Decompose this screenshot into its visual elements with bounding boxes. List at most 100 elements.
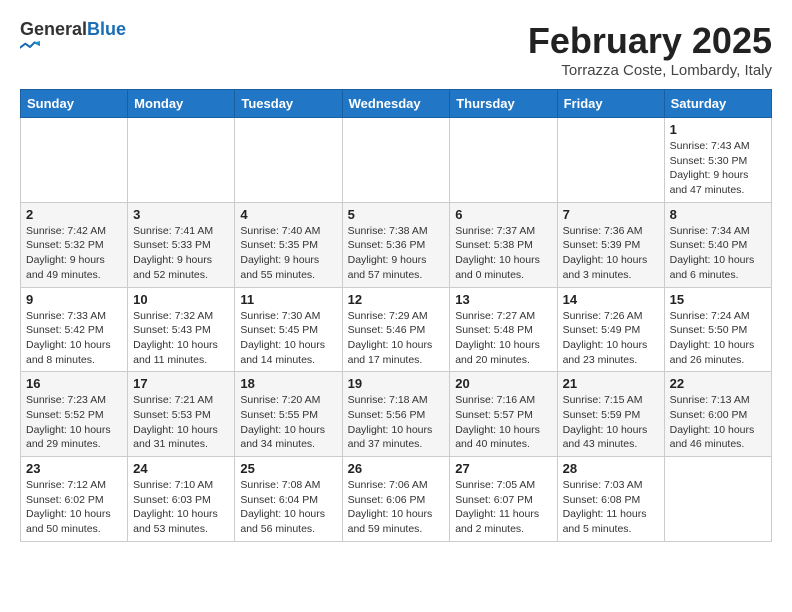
day-number: 15 [670,292,766,307]
day-info: Sunrise: 7:27 AM Sunset: 5:48 PM Dayligh… [455,309,551,368]
calendar-header-cell: Tuesday [235,90,342,118]
calendar-cell: 9Sunrise: 7:33 AM Sunset: 5:42 PM Daylig… [21,287,128,372]
calendar-cell: 19 Sunrise: 7:18 AM Sunset: 5:56 PM Dayli… [342,372,450,457]
day-info: Sunrise: 7:06 AM Sunset: 6:06 PM Dayligh… [348,478,445,537]
day-number: 12 [348,292,445,307]
calendar-cell: 16 Sunrise: 7:23 AM Sunset: 5:52 PM Dayli… [21,372,128,457]
calendar-header-cell: Monday [128,90,235,118]
day-number: 17 [133,376,229,391]
calendar-cell [342,118,450,203]
day-info: Sunrise: 7:10 AM Sunset: 6:03 PM Dayligh… [133,478,229,537]
day-number: 10 [133,292,229,307]
day-number: 25 [240,461,336,476]
day-info: Sunrise: 7:42 AM Sunset: 5:32 PM Dayligh… [26,224,122,283]
day-number: 27 [455,461,551,476]
day-info: Sunrise: 7:18 AM Sunset: 5:56 PM Dayligh… [348,393,445,452]
calendar-header-cell: Wednesday [342,90,450,118]
day-number: 22 [670,376,766,391]
calendar-cell: 13 Sunrise: 7:27 AM Sunset: 5:48 PM Dayli… [450,287,557,372]
logo-bird-icon [20,40,40,54]
day-number: 14 [563,292,659,307]
location-subtitle: Torrazza Coste, Lombardy, Italy [528,62,772,79]
logo: GeneralBlue [20,20,126,54]
day-number: 8 [670,207,766,222]
calendar-cell: 27 Sunrise: 7:05 AM Sunset: 6:07 PM Dayli… [450,457,557,542]
day-info: Sunrise: 7:24 AM Sunset: 5:50 PM Dayligh… [670,309,766,368]
calendar-cell: 3 Sunrise: 7:41 AM Sunset: 5:33 PM Daylig… [128,202,235,287]
calendar-header-row: SundayMondayTuesdayWednesdayThursdayFrid… [21,90,772,118]
day-info: Sunrise: 7:16 AM Sunset: 5:57 PM Dayligh… [455,393,551,452]
day-number: 5 [348,207,445,222]
day-number: 7 [563,207,659,222]
calendar-cell: 21Sunrise: 7:15 AM Sunset: 5:59 PM Dayli… [557,372,664,457]
calendar-cell: 15 Sunrise: 7:24 AM Sunset: 5:50 PM Dayli… [664,287,771,372]
day-info: Sunrise: 7:15 AM Sunset: 5:59 PM Dayligh… [563,393,659,452]
day-info: Sunrise: 7:41 AM Sunset: 5:33 PM Dayligh… [133,224,229,283]
day-info: Sunrise: 7:32 AM Sunset: 5:43 PM Dayligh… [133,309,229,368]
day-number: 28 [563,461,659,476]
day-number: 26 [348,461,445,476]
day-number: 3 [133,207,229,222]
calendar-cell [664,457,771,542]
day-info: Sunrise: 7:43 AM Sunset: 5:30 PM Dayligh… [670,139,766,198]
day-number: 24 [133,461,229,476]
calendar-cell: 6Sunrise: 7:37 AM Sunset: 5:38 PM Daylig… [450,202,557,287]
calendar-cell: 11Sunrise: 7:30 AM Sunset: 5:45 PM Dayli… [235,287,342,372]
calendar-cell: 10 Sunrise: 7:32 AM Sunset: 5:43 PM Dayli… [128,287,235,372]
calendar-header-cell: Thursday [450,90,557,118]
day-info: Sunrise: 7:30 AM Sunset: 5:45 PM Dayligh… [240,309,336,368]
calendar-cell [235,118,342,203]
page-header: GeneralBlue February 2025 Torrazza Coste… [20,20,772,79]
calendar-cell [21,118,128,203]
day-info: Sunrise: 7:40 AM Sunset: 5:35 PM Dayligh… [240,224,336,283]
day-info: Sunrise: 7:26 AM Sunset: 5:49 PM Dayligh… [563,309,659,368]
day-info: Sunrise: 7:20 AM Sunset: 5:55 PM Dayligh… [240,393,336,452]
calendar-cell: 1 Sunrise: 7:43 AM Sunset: 5:30 PM Daylig… [664,118,771,203]
calendar-cell [128,118,235,203]
calendar-cell: 25Sunrise: 7:08 AM Sunset: 6:04 PM Dayli… [235,457,342,542]
day-info: Sunrise: 7:36 AM Sunset: 5:39 PM Dayligh… [563,224,659,283]
calendar-cell: 26 Sunrise: 7:06 AM Sunset: 6:06 PM Dayli… [342,457,450,542]
calendar-week-row: 9Sunrise: 7:33 AM Sunset: 5:42 PM Daylig… [21,287,772,372]
day-number: 9 [26,292,122,307]
day-info: Sunrise: 7:23 AM Sunset: 5:52 PM Dayligh… [26,393,122,452]
day-info: Sunrise: 7:05 AM Sunset: 6:07 PM Dayligh… [455,478,551,537]
day-info: Sunrise: 7:13 AM Sunset: 6:00 PM Dayligh… [670,393,766,452]
day-number: 19 [348,376,445,391]
day-number: 13 [455,292,551,307]
calendar-cell: 5 Sunrise: 7:38 AM Sunset: 5:36 PM Daylig… [342,202,450,287]
calendar-table: SundayMondayTuesdayWednesdayThursdayFrid… [20,89,772,542]
day-number: 1 [670,122,766,137]
calendar-cell: 14 Sunrise: 7:26 AM Sunset: 5:49 PM Dayli… [557,287,664,372]
day-info: Sunrise: 7:21 AM Sunset: 5:53 PM Dayligh… [133,393,229,452]
calendar-header-cell: Sunday [21,90,128,118]
calendar-week-row: 16 Sunrise: 7:23 AM Sunset: 5:52 PM Dayli… [21,372,772,457]
day-info: Sunrise: 7:38 AM Sunset: 5:36 PM Dayligh… [348,224,445,283]
day-number: 18 [240,376,336,391]
calendar-cell: 22 Sunrise: 7:13 AM Sunset: 6:00 PM Dayli… [664,372,771,457]
calendar-week-row: 23 Sunrise: 7:12 AM Sunset: 6:02 PM Dayli… [21,457,772,542]
day-number: 23 [26,461,122,476]
day-number: 2 [26,207,122,222]
day-info: Sunrise: 7:12 AM Sunset: 6:02 PM Dayligh… [26,478,122,537]
day-info: Sunrise: 7:03 AM Sunset: 6:08 PM Dayligh… [563,478,659,537]
calendar-header-cell: Friday [557,90,664,118]
calendar-cell: 20 Sunrise: 7:16 AM Sunset: 5:57 PM Dayli… [450,372,557,457]
calendar-body: 1 Sunrise: 7:43 AM Sunset: 5:30 PM Daylig… [21,118,772,542]
logo-text: GeneralBlue [20,20,126,54]
day-info: Sunrise: 7:29 AM Sunset: 5:46 PM Dayligh… [348,309,445,368]
day-number: 6 [455,207,551,222]
title-block: February 2025 Torrazza Coste, Lombardy, … [528,20,772,79]
calendar-cell: 2 Sunrise: 7:42 AM Sunset: 5:32 PM Daylig… [21,202,128,287]
day-number: 16 [26,376,122,391]
day-number: 20 [455,376,551,391]
day-info: Sunrise: 7:34 AM Sunset: 5:40 PM Dayligh… [670,224,766,283]
calendar-cell: 23 Sunrise: 7:12 AM Sunset: 6:02 PM Dayli… [21,457,128,542]
day-number: 4 [240,207,336,222]
calendar-cell: 24 Sunrise: 7:10 AM Sunset: 6:03 PM Dayli… [128,457,235,542]
calendar-header-cell: Saturday [664,90,771,118]
logo-general: GeneralBlue [20,20,126,40]
calendar-cell: 4 Sunrise: 7:40 AM Sunset: 5:35 PM Daylig… [235,202,342,287]
calendar-cell: 18 Sunrise: 7:20 AM Sunset: 5:55 PM Dayli… [235,372,342,457]
calendar-cell: 12 Sunrise: 7:29 AM Sunset: 5:46 PM Dayli… [342,287,450,372]
